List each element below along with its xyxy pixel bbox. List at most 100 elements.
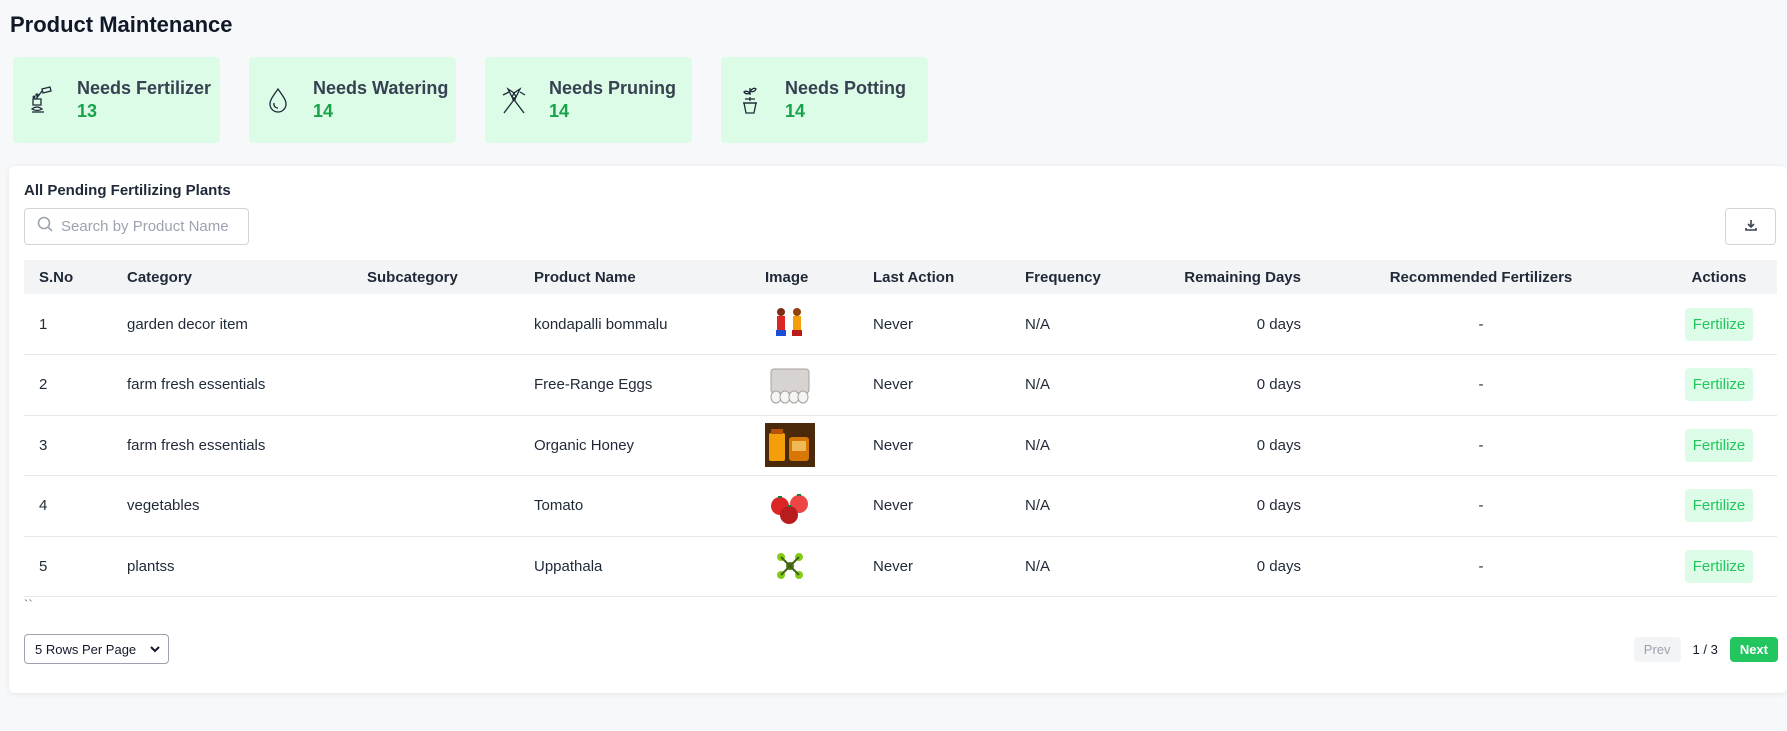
honey-jars-image bbox=[765, 423, 815, 468]
cell-remaining-days: 0 days bbox=[1256, 557, 1301, 575]
cell-sno: 1 bbox=[39, 315, 48, 333]
cell-last-action: Never bbox=[873, 557, 914, 575]
cell-category: farm fresh essentials bbox=[127, 436, 266, 454]
card-count: 14 bbox=[313, 101, 334, 121]
cell-category: farm fresh essentials bbox=[127, 376, 266, 394]
card-count: 13 bbox=[77, 101, 98, 121]
table-row: 3 farm fresh essentials Organic Honey Ne… bbox=[24, 415, 1777, 476]
card-label: Needs Potting bbox=[785, 78, 907, 98]
cell-product-name: Free-Range Eggs bbox=[534, 376, 653, 394]
panel-title: All Pending Fertilizing Plants bbox=[24, 182, 231, 199]
col-recommended-fertilizers: Recommended Fertilizers bbox=[1389, 268, 1573, 286]
card-count: 14 bbox=[785, 101, 806, 121]
search-input[interactable] bbox=[61, 218, 231, 235]
cell-subcategory bbox=[367, 536, 534, 597]
rows-per-page-select[interactable]: 5 Rows Per Page bbox=[24, 634, 169, 664]
cell-recommended: - bbox=[1478, 436, 1484, 454]
cell-actions: Fertilize bbox=[1661, 536, 1777, 597]
cell-product-name: Organic Honey bbox=[534, 436, 635, 454]
fertilize-button[interactable]: Fertilize bbox=[1684, 428, 1754, 462]
card-count: 14 bbox=[549, 101, 570, 121]
cell-subcategory bbox=[367, 415, 534, 476]
cell-actions: Fertilize bbox=[1661, 355, 1777, 416]
cell-subcategory bbox=[367, 476, 534, 537]
cell-sno: 3 bbox=[39, 436, 48, 454]
product-image-cell bbox=[765, 536, 873, 597]
col-frequency: Frequency bbox=[1025, 268, 1101, 286]
cell-remaining-days: 0 days bbox=[1256, 376, 1301, 394]
cell-remaining-days: 0 days bbox=[1256, 436, 1301, 454]
cell-actions: Fertilize bbox=[1661, 294, 1777, 355]
cell-last-action: Never bbox=[873, 376, 914, 394]
card-needs-fertilizer[interactable]: Needs Fertilizer 13 bbox=[13, 57, 220, 143]
potting-plant-icon bbox=[733, 83, 767, 117]
col-image: Image bbox=[765, 268, 809, 286]
table-row: 4 vegetables Tomato Never N/A 0 days - F… bbox=[24, 476, 1777, 537]
cell-sno: 2 bbox=[39, 376, 48, 394]
card-needs-pruning[interactable]: Needs Pruning 14 bbox=[485, 57, 692, 143]
cell-product-name: Uppathala bbox=[534, 557, 603, 575]
fertilize-button[interactable]: Fertilize bbox=[1684, 549, 1754, 583]
col-remaining-days: Remaining Days bbox=[1184, 268, 1301, 286]
cell-recommended: - bbox=[1478, 376, 1484, 394]
product-image-cell bbox=[765, 294, 873, 355]
col-category: Category bbox=[127, 268, 193, 286]
table-row: 2 farm fresh essentials Free-Range Eggs bbox=[24, 355, 1777, 416]
cell-category: plantss bbox=[127, 557, 175, 575]
search-box[interactable] bbox=[24, 208, 249, 245]
product-image-cell bbox=[765, 415, 873, 476]
product-image-cell bbox=[765, 476, 873, 537]
cell-frequency: N/A bbox=[1025, 436, 1051, 454]
fertilizer-icon bbox=[25, 83, 59, 117]
cell-actions: Fertilize bbox=[1661, 415, 1777, 476]
cell-product-name: kondapalli bommalu bbox=[534, 315, 668, 333]
fertilize-button[interactable]: Fertilize bbox=[1684, 307, 1754, 341]
prev-button[interactable]: Prev bbox=[1633, 637, 1681, 662]
card-needs-potting[interactable]: Needs Potting 14 bbox=[721, 57, 928, 143]
cell-frequency: N/A bbox=[1025, 376, 1051, 394]
kondapalli-dolls-image bbox=[765, 302, 815, 346]
cell-last-action: Never bbox=[873, 497, 914, 515]
pagination: Prev 1 / 3 Next bbox=[1633, 637, 1778, 662]
card-needs-watering[interactable]: Needs Watering 14 bbox=[249, 57, 456, 143]
cell-sno: 5 bbox=[39, 557, 48, 575]
product-image-cell bbox=[765, 355, 873, 416]
fertilize-button[interactable]: Fertilize bbox=[1684, 368, 1754, 402]
stray-text: `` bbox=[24, 597, 33, 612]
cell-frequency: N/A bbox=[1025, 315, 1051, 333]
download-icon bbox=[1744, 218, 1757, 236]
cell-recommended: - bbox=[1478, 497, 1484, 515]
table-header-row: S.No Category Subcategory Product Name I… bbox=[24, 260, 1777, 294]
fertilize-button[interactable]: Fertilize bbox=[1684, 489, 1754, 523]
summary-cards: Needs Fertilizer 13 Needs Watering 14 Ne… bbox=[13, 57, 928, 143]
chevron-down-icon bbox=[150, 642, 160, 653]
cell-remaining-days: 0 days bbox=[1256, 497, 1301, 515]
tomato-image bbox=[765, 483, 815, 528]
cell-last-action: Never bbox=[873, 436, 914, 454]
cell-sno: 4 bbox=[39, 497, 48, 515]
cell-actions: Fertilize bbox=[1661, 476, 1777, 537]
rows-per-page-value: 5 Rows Per Page bbox=[35, 641, 137, 657]
water-drop-icon bbox=[261, 83, 295, 117]
cell-recommended: - bbox=[1478, 315, 1484, 333]
col-product-name: Product Name bbox=[534, 268, 636, 286]
col-last-action: Last Action bbox=[873, 268, 955, 286]
col-actions: Actions bbox=[1691, 268, 1747, 286]
cell-category: vegetables bbox=[127, 497, 200, 515]
table-row: 1 garden decor item kondapalli bommalu N… bbox=[24, 294, 1777, 355]
pruning-shears-icon bbox=[497, 83, 531, 117]
plants-table: S.No Category Subcategory Product Name I… bbox=[24, 260, 1787, 597]
card-label: Needs Fertilizer bbox=[77, 78, 212, 98]
eggs-image bbox=[765, 362, 815, 407]
page-indicator: 1 / 3 bbox=[1692, 642, 1718, 657]
download-button[interactable] bbox=[1725, 208, 1776, 245]
cell-recommended: - bbox=[1478, 557, 1484, 575]
uppathala-plant-image bbox=[765, 544, 815, 589]
next-button[interactable]: Next bbox=[1729, 637, 1778, 662]
cell-frequency: N/A bbox=[1025, 557, 1051, 575]
cell-subcategory bbox=[367, 355, 534, 416]
card-label: Needs Watering bbox=[313, 78, 449, 98]
cell-product-name: Tomato bbox=[534, 497, 584, 515]
cell-category: garden decor item bbox=[127, 315, 248, 333]
cell-frequency: N/A bbox=[1025, 497, 1051, 515]
